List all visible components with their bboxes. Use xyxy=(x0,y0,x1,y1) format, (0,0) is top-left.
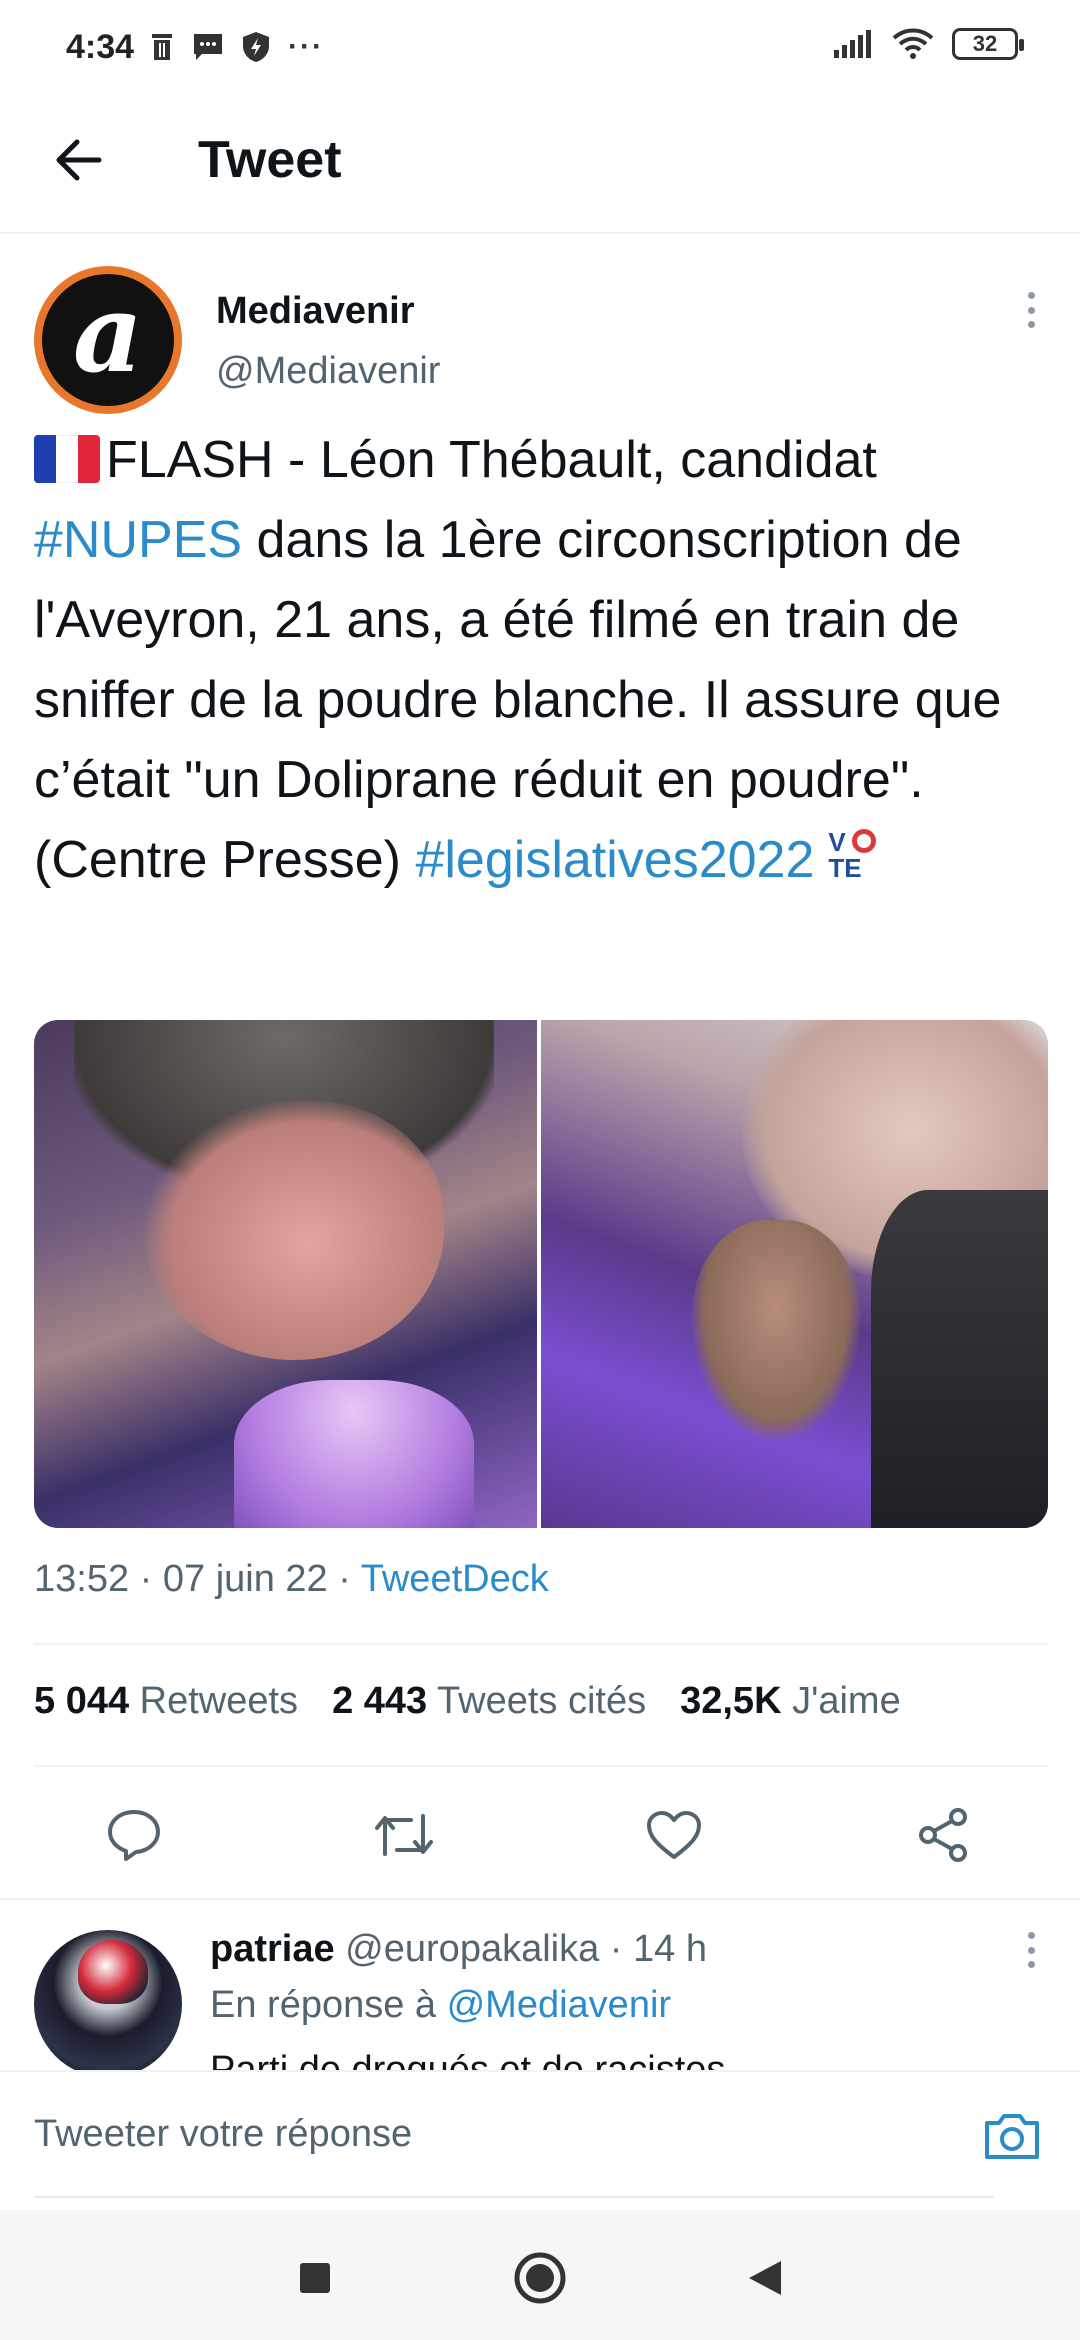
top-header: Tweet xyxy=(0,100,1080,234)
square-icon xyxy=(300,2263,330,2293)
reply-composer: Tweeter votre réponse xyxy=(0,2070,1080,2210)
shield-icon xyxy=(243,32,269,62)
divider xyxy=(34,1765,1048,1767)
likes-stat[interactable]: 32,5K J'aime xyxy=(680,1680,901,1723)
hashtag-legislatives2022[interactable]: #legislatives2022 xyxy=(415,831,814,889)
retweet-icon xyxy=(375,1814,433,1856)
home-circle-icon xyxy=(514,2252,566,2304)
tweet-text: FLASH - Léon Thébault, candidat #NUPES d… xyxy=(34,420,1054,900)
divider xyxy=(34,1643,1048,1645)
system-icons: 32 xyxy=(834,28,1024,60)
avatar-logo: a xyxy=(42,274,174,406)
message-icon xyxy=(194,34,222,60)
more-dot xyxy=(1027,1946,1035,1954)
author-handle[interactable]: @Mediavenir xyxy=(216,350,440,393)
tweet-stats: 5 044 Retweets 2 443 Tweets cités 32,5K … xyxy=(34,1680,901,1723)
section-divider xyxy=(0,1898,1080,1900)
reply-button[interactable] xyxy=(98,1799,170,1871)
battery-level: 32 xyxy=(972,31,998,56)
media-frame-left xyxy=(34,1020,538,1528)
quotes-label: Tweets cités xyxy=(437,1680,647,1722)
reply-author-name: patriae xyxy=(210,1928,335,1970)
reply-text: Parti de drogués et de racistes xyxy=(210,2049,726,2070)
reply-author[interactable]: patriae @europakalika · 14 h xyxy=(210,1928,707,1971)
camera-button[interactable] xyxy=(980,2104,1044,2168)
battery-indicator: 32 xyxy=(952,28,1024,60)
more-dot xyxy=(1027,306,1035,314)
more-dot xyxy=(1027,292,1035,299)
reply-handle-time: @europakalika · 14 h xyxy=(334,1928,707,1970)
tweet-more-button[interactable] xyxy=(1016,290,1046,330)
system-nav-bar xyxy=(0,2210,1080,2340)
home-button[interactable] xyxy=(512,2250,568,2306)
triangle-back-icon xyxy=(749,2261,781,2295)
comment-icon xyxy=(108,1810,160,1861)
tweet-source-link[interactable]: TweetDeck xyxy=(361,1558,549,1600)
share-icon xyxy=(919,1808,967,1862)
likes-count: 32,5K xyxy=(680,1680,782,1722)
status-bar: 4:34 ··· 32 xyxy=(0,0,1080,100)
likes-label: J'aime xyxy=(792,1680,901,1722)
status-time: 4:34 xyxy=(66,28,135,66)
tweet-media-image[interactable] xyxy=(34,1020,1048,1528)
tweet-meta: 13:52 · 07 juin 22 · TweetDeck xyxy=(34,1558,549,1601)
quotes-stat[interactable]: 2 443 Tweets cités xyxy=(332,1680,646,1723)
reply-avatar[interactable] xyxy=(34,1930,182,2078)
reply-to-mention[interactable]: @Mediavenir xyxy=(447,1984,671,2026)
more-dot xyxy=(1027,1932,1035,1939)
arrow-left-icon xyxy=(56,139,102,181)
back-button[interactable] xyxy=(44,126,112,194)
media-frame-right xyxy=(541,1020,1048,1528)
reply-more-button[interactable] xyxy=(1016,1930,1046,1970)
recents-button[interactable] xyxy=(287,2250,343,2306)
france-flag-icon xyxy=(34,435,100,483)
tweet-text-part1: FLASH - Léon Thébault, candidat xyxy=(106,431,877,489)
reply-to-line: En réponse à @Mediavenir xyxy=(210,1984,671,2027)
notification-icons: ··· xyxy=(150,30,324,64)
retweet-button[interactable] xyxy=(368,1799,440,1871)
like-button[interactable] xyxy=(638,1799,710,1871)
camera-icon xyxy=(985,2114,1039,2159)
retweets-count: 5 044 xyxy=(34,1680,130,1722)
reply-input[interactable]: Tweeter votre réponse xyxy=(34,2072,994,2198)
more-dot xyxy=(1027,321,1035,328)
more-notifications: ··· xyxy=(288,30,324,63)
author-name[interactable]: Mediavenir xyxy=(216,290,415,333)
wifi-icon xyxy=(892,28,934,59)
hashtag-nupes[interactable]: #NUPES xyxy=(34,511,242,569)
page-title: Tweet xyxy=(198,131,342,189)
tweet-timestamp: 13:52 · 07 juin 22 · xyxy=(34,1558,361,1600)
share-button[interactable] xyxy=(908,1799,980,1871)
back-nav-button[interactable] xyxy=(737,2250,793,2306)
retweets-stat[interactable]: 5 044 Retweets xyxy=(34,1680,298,1723)
quotes-count: 2 443 xyxy=(332,1680,428,1722)
tweet-actions xyxy=(0,1785,1080,1885)
heart-icon xyxy=(647,1811,701,1859)
vote-emoji-icon: V TE xyxy=(824,827,880,883)
reply-to-prefix: En réponse à xyxy=(210,1984,447,2026)
signal-icon xyxy=(834,30,871,58)
author-avatar[interactable]: a xyxy=(34,266,182,414)
trash-icon xyxy=(152,34,172,60)
more-dot xyxy=(1027,1961,1035,1968)
retweets-label: Retweets xyxy=(139,1680,299,1722)
